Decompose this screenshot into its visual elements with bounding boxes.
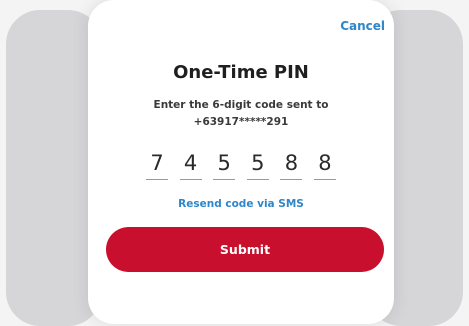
otp-digit-6[interactable]: 8: [313, 149, 336, 180]
otp-digit-4[interactable]: 5: [246, 149, 269, 180]
resend-code-link[interactable]: Resend code via SMS: [88, 198, 394, 210]
cancel-button[interactable]: Cancel: [340, 19, 385, 33]
submit-button[interactable]: Submit: [106, 227, 384, 272]
otp-input-group: 7 4 5 5 8 8: [146, 149, 336, 183]
masked-phone-number: +63917*****291: [193, 116, 289, 128]
otp-modal: Cancel One-Time PIN Enter the 6-digit co…: [88, 0, 394, 324]
instruction-line: Enter the 6-digit code sent to: [153, 99, 329, 111]
otp-digit-1[interactable]: 7: [146, 149, 168, 180]
modal-title: One-Time PIN: [173, 62, 309, 83]
otp-digit-2[interactable]: 4: [179, 149, 202, 180]
instruction-text: Enter the 6-digit code sent to +63917***…: [88, 97, 394, 131]
otp-digit-3[interactable]: 5: [213, 149, 236, 180]
otp-digit-5[interactable]: 8: [280, 149, 303, 180]
